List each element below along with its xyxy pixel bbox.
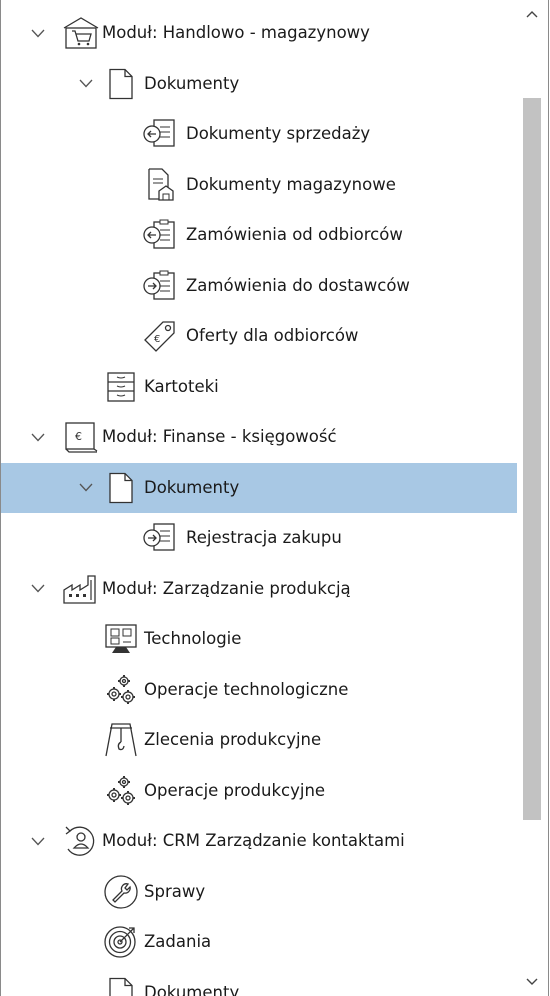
tree-node-label: Moduł: Handlowo - magazynowy bbox=[102, 23, 370, 42]
gears-icon bbox=[102, 772, 140, 810]
tree-view: Moduł: Handlowo - magazynowy Dokumenty Dok… bbox=[1, 8, 517, 996]
tree-node-label: Dokumenty magazynowe bbox=[186, 174, 396, 194]
tree-node-label: Zamówienia do dostawców bbox=[186, 275, 410, 295]
target-icon bbox=[102, 923, 140, 961]
tree-node[interactable]: Zadania bbox=[1, 917, 517, 968]
module-store-icon bbox=[62, 14, 100, 52]
tree-node-label: Zlecenia produkcyjne bbox=[144, 730, 322, 749]
tree-node[interactable]: Moduł: Zarządzanie produkcją bbox=[1, 564, 517, 615]
tree-node[interactable]: Kartoteki bbox=[1, 362, 517, 413]
tree-node-label: Dokumenty bbox=[144, 73, 240, 93]
tree-node-label: Moduł: CRM Zarządzanie kontaktami bbox=[102, 831, 405, 850]
document-icon bbox=[102, 65, 140, 103]
document-icon bbox=[102, 469, 140, 507]
svg-text:€: € bbox=[75, 430, 82, 443]
module-crm-icon bbox=[62, 822, 100, 860]
scroll-thumb[interactable] bbox=[523, 98, 541, 820]
technology-icon bbox=[102, 620, 140, 658]
wrench-icon bbox=[102, 873, 140, 911]
tree-node-label: Dokumenty bbox=[144, 982, 240, 996]
crane-icon bbox=[102, 721, 140, 759]
tree-node[interactable]: Technologie bbox=[1, 614, 517, 665]
tree-node[interactable]: Rejestracja zakupu bbox=[1, 513, 517, 564]
module-finance-icon: € bbox=[62, 418, 100, 456]
tree-node-label: Dokumenty sprzedaży bbox=[186, 124, 371, 143]
scroll-up-arrow-icon[interactable] bbox=[517, 2, 547, 26]
tree-node-label: Operacje technologiczne bbox=[144, 679, 349, 699]
tree-node[interactable]: Dokumenty sprzedaży bbox=[1, 109, 517, 160]
tree-node-label: Moduł: Finanse - księgowość bbox=[102, 427, 337, 446]
chevron-down-icon[interactable] bbox=[31, 582, 45, 596]
tree-node-label: Sprawy bbox=[144, 881, 206, 901]
tree-node[interactable]: Zamówienia do dostawców bbox=[1, 261, 517, 312]
tree-node-label: Moduł: Zarządzanie produkcją bbox=[102, 578, 351, 598]
chevron-down-icon[interactable] bbox=[79, 77, 93, 91]
tree-node[interactable]: € Moduł: Finanse - księgowość bbox=[1, 412, 517, 463]
tree-node-label: Kartoteki bbox=[144, 376, 219, 396]
tree-node[interactable]: Sprawy bbox=[1, 867, 517, 918]
tree-node[interactable]: Operacje produkcyjne bbox=[1, 766, 517, 817]
tree-node[interactable]: Zamówienia od odbiorców bbox=[1, 210, 517, 261]
tree-node[interactable]: Dokumenty magazynowe bbox=[1, 160, 517, 211]
supplier-order-icon bbox=[141, 267, 179, 305]
module-factory-icon bbox=[62, 570, 100, 608]
chevron-down-icon[interactable] bbox=[31, 26, 45, 40]
tree-node[interactable]: Dokumenty bbox=[1, 462, 517, 513]
customer-order-icon bbox=[141, 216, 179, 254]
vertical-scrollbar[interactable] bbox=[517, 0, 547, 996]
tree-node-label: Zadania bbox=[144, 932, 212, 951]
chevron-down-icon[interactable] bbox=[31, 834, 45, 848]
tree-node-label: Rejestracja zakupu bbox=[186, 528, 342, 547]
offer-tag-icon: € bbox=[141, 317, 179, 355]
sales-document-icon bbox=[141, 115, 179, 153]
tree-node-label: Zamówienia od odbiorców bbox=[186, 225, 403, 244]
tree-node-label: Oferty dla odbiorców bbox=[186, 326, 359, 345]
tree-node[interactable]: Dokumenty bbox=[1, 968, 517, 996]
tree-node[interactable]: Moduł: Handlowo - magazynowy bbox=[1, 8, 517, 59]
tree-node[interactable]: € Oferty dla odbiorców bbox=[1, 311, 517, 362]
tree-node-label: Operacje produkcyjne bbox=[144, 780, 326, 800]
warehouse-document-icon bbox=[141, 166, 179, 204]
chevron-down-icon[interactable] bbox=[31, 430, 45, 444]
purchase-register-icon bbox=[141, 519, 179, 557]
card-index-icon bbox=[102, 368, 140, 406]
tree-node[interactable]: Operacje technologiczne bbox=[1, 665, 517, 716]
chevron-down-icon[interactable] bbox=[79, 481, 93, 495]
navigation-tree-panel: Moduł: Handlowo - magazynowy Dokumenty Dok… bbox=[0, 0, 549, 996]
document-icon bbox=[102, 974, 140, 996]
tree-node[interactable]: Zlecenia produkcyjne bbox=[1, 715, 517, 766]
tree-node-label: Technologie bbox=[144, 629, 242, 648]
tree-node[interactable]: Moduł: CRM Zarządzanie kontaktami bbox=[1, 816, 517, 867]
gears-icon bbox=[102, 671, 140, 709]
svg-text:€: € bbox=[154, 334, 160, 345]
tree-node-label: Dokumenty bbox=[144, 477, 240, 497]
scroll-down-arrow-icon[interactable] bbox=[517, 970, 547, 994]
tree-node[interactable]: Dokumenty bbox=[1, 59, 517, 110]
